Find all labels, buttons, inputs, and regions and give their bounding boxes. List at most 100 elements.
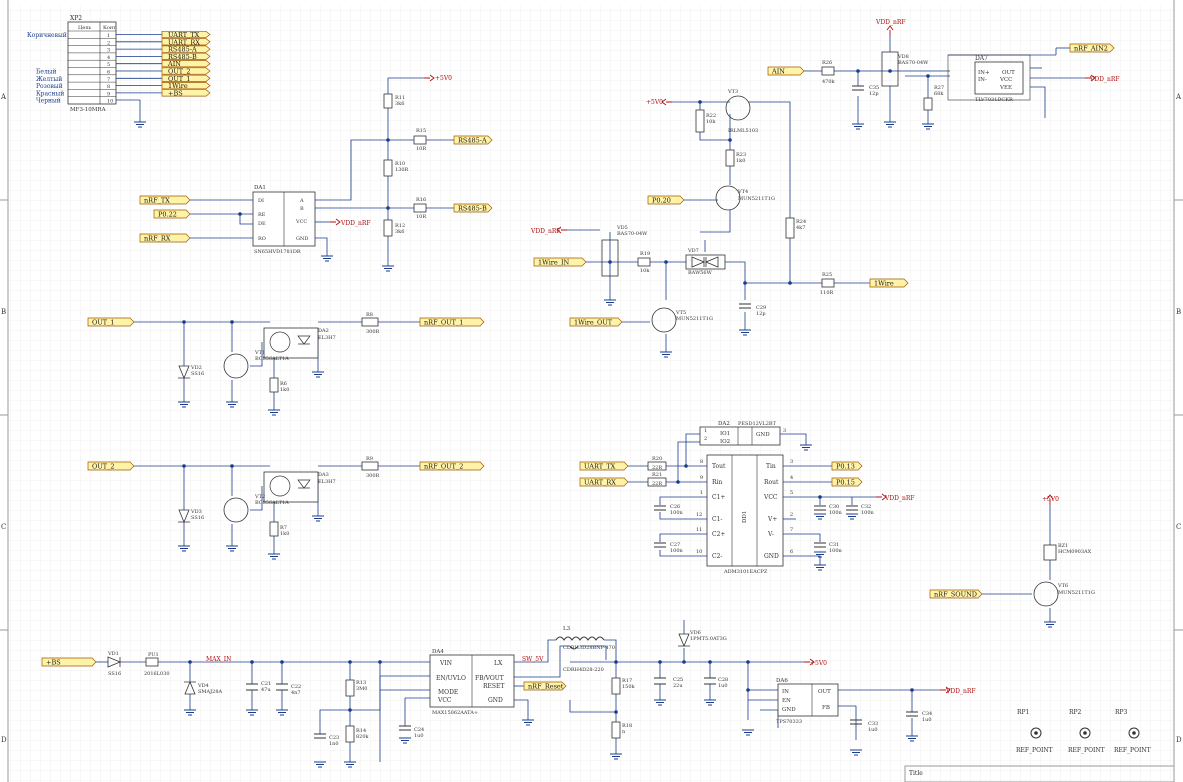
port-flag-rs485b[interactable]: RS485-B — [453, 203, 493, 213]
port-flag-nrf-out2[interactable]: nRF_OUT_2 — [419, 461, 485, 471]
power-label: +5V0 — [646, 99, 663, 106]
da6-pin-in: IN — [782, 689, 789, 695]
port-flag-label: OUT_2 — [92, 463, 115, 471]
dd1-pin-rout: Rout — [764, 479, 779, 486]
svg-text:REF_POINT: REF_POINT — [1016, 747, 1053, 754]
resistor-r19 — [637, 257, 651, 267]
port-flag-label: 1Wire_IN — [538, 259, 570, 267]
vd6-part: 1PMT5.0AT3G — [690, 636, 727, 642]
da1-pin-gnd: GND — [296, 236, 308, 242]
svg-text:4: 4 — [790, 475, 793, 481]
da6-part: TPS70333 — [776, 719, 802, 725]
port-flag-label: UART_TX — [584, 463, 616, 471]
port-flag-ain[interactable]: AIN — [767, 66, 805, 76]
xp2-wire-color: Красный — [36, 90, 64, 97]
port-flag-label: P0.13 — [836, 463, 855, 471]
da4-part: MAX15062AATA+ — [432, 710, 478, 716]
dd1-pin-c2n: C2- — [712, 553, 722, 560]
port-flag-p022[interactable]: P0.22 — [153, 209, 191, 219]
port-flag-label: RS485-A — [458, 137, 487, 145]
resistor-r27 — [923, 97, 933, 111]
port-flag-out1[interactable]: OUT_1 — [87, 317, 135, 327]
port-flag-label: 1Wire_OUT — [574, 319, 613, 327]
power-label: VDD_nRF — [945, 688, 976, 695]
fuse-pu1 — [145, 657, 159, 667]
da1-pin-de: DE — [258, 221, 266, 227]
port-flag-label: UART_RX — [584, 479, 616, 487]
vd3-part: SS16 — [191, 515, 204, 521]
svg-text:11: 11 — [696, 527, 702, 533]
pu1-ref: PU1 — [148, 652, 159, 658]
r12-value: 3k6 — [395, 229, 404, 235]
xp2-part: MF3-10MRA — [70, 107, 107, 113]
port-flag-nrf-sound[interactable]: nRF_SOUND — [929, 589, 983, 599]
da2-part: EL3H7 — [318, 335, 336, 341]
svg-text:12: 12 — [696, 512, 702, 518]
port-flag-label: nRF_TX — [144, 197, 170, 205]
port-flag-nrf-tx[interactable]: nRF_TX — [139, 195, 191, 205]
r25-ref: R25 — [822, 272, 832, 278]
port-flag-onewire[interactable]: 1Wire — [869, 278, 909, 288]
buzzer-bz1 — [1043, 544, 1057, 561]
port-flag-uart-rx[interactable]: UART_RX — [579, 477, 629, 487]
svg-text:RP3: RP3 — [1115, 709, 1128, 716]
svg-text:3: 3 — [783, 428, 786, 434]
resistor-r13 — [345, 679, 355, 697]
c32-value: 100n — [861, 510, 875, 516]
da6-pin-gnd: GND — [782, 707, 796, 713]
dd1-ref: DD1 — [742, 511, 748, 523]
port-flag-nrf-out1[interactable]: nRF_OUT_1 — [419, 317, 485, 327]
svg-text:1: 1 — [700, 490, 703, 496]
port-flag-p020[interactable]: P0.20 — [647, 195, 685, 205]
c30-value: 100n — [829, 510, 843, 516]
da3-part: EL3H7 — [318, 479, 336, 485]
port-flag-p013[interactable]: P0.13 — [831, 461, 863, 471]
r14-value: 820k — [356, 734, 370, 740]
resistor-r12 — [383, 219, 393, 237]
port-flag-nrf-rx[interactable]: nRF_RX — [139, 233, 191, 243]
port-flag--bs[interactable]: +BS — [161, 89, 211, 97]
pu1-part: 2016L030 — [144, 671, 170, 677]
row-label-c-right: C — [1176, 523, 1181, 531]
resistor-r15 — [413, 135, 427, 145]
dd1-pin-tin: Tin — [766, 463, 776, 470]
da1-pin-vcc: VCC — [295, 219, 307, 225]
svg-text:RP2: RP2 — [1069, 709, 1082, 716]
c35-value: 12p — [869, 91, 879, 97]
port-flag-rs485a[interactable]: RS485-A — [453, 135, 493, 145]
resistor-r18 — [611, 721, 621, 739]
r6-value: 1k0 — [280, 387, 289, 393]
port-flag-onewire-out[interactable]: 1Wire_OUT — [569, 317, 623, 327]
vt6-part: MUN5211T1G — [1058, 590, 1095, 596]
r26-value: 470k — [822, 79, 836, 85]
port-flag-p015[interactable]: P0.15 — [831, 477, 863, 487]
da4-pin-vin: VIN — [439, 660, 452, 667]
port-flag-label: nRF_OUT_2 — [424, 463, 463, 471]
svg-text:REF_POINT: REF_POINT — [1114, 747, 1151, 754]
port-flag-out2[interactable]: OUT_2 — [87, 461, 135, 471]
row-label-a-right: A — [1175, 93, 1182, 101]
optocoupler-da3 — [263, 471, 319, 503]
c22-value: 4n7 — [291, 690, 301, 696]
port-flag-label: P0.20 — [652, 197, 671, 205]
port-flag-bs[interactable]: +BS — [41, 657, 97, 667]
r19-value: 10k — [640, 268, 650, 274]
port-flag-uart-tx[interactable]: UART_TX — [579, 461, 629, 471]
svg-text:8: 8 — [700, 459, 703, 465]
c33-value: 1u0 — [868, 727, 878, 733]
port-flag-onewire-in[interactable]: 1Wire_IN — [533, 257, 587, 267]
vt6-ref: VT6 — [1057, 583, 1068, 589]
optocoupler-da2 — [263, 327, 319, 359]
port-flag-label: AIN — [771, 68, 785, 76]
da3-ref: DA3 — [318, 472, 329, 478]
da4-pin-vcc: VCC — [437, 697, 452, 704]
r24-value: 4k7 — [796, 225, 805, 231]
port-flag-label: P0.15 — [836, 479, 855, 487]
ic-dd1 — [706, 454, 784, 567]
port-flag-nrf-reset[interactable]: nRF_Reset — [523, 681, 567, 691]
r7-value: 1k0 — [280, 531, 289, 537]
svg-text:10: 10 — [696, 549, 702, 555]
grid-background — [8, 6, 1174, 782]
port-flag-nrf-ain2[interactable]: nRF_AIN2 — [1069, 43, 1115, 53]
c25-value: 22u — [673, 683, 683, 689]
